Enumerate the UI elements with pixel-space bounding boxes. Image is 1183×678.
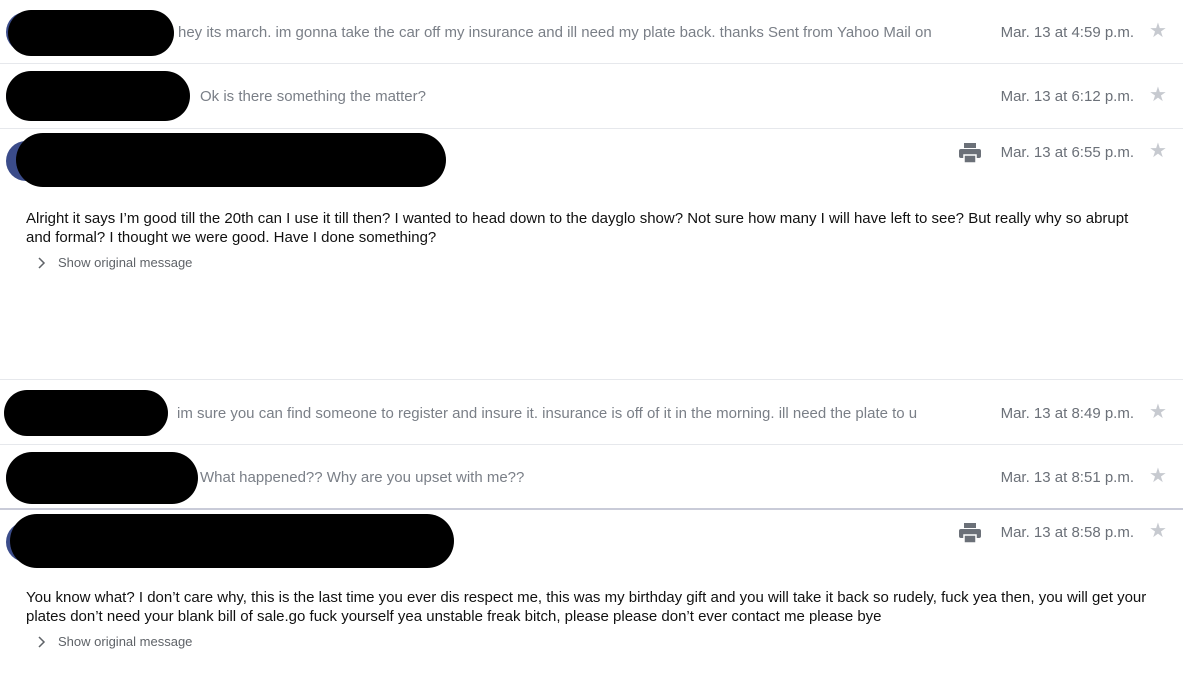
- message-snippet: What happened?? Why are you upset with m…: [200, 469, 525, 486]
- show-original-link[interactable]: Show original message: [38, 634, 192, 649]
- message-date: Mar. 13 at 4:59 p.m.: [1000, 24, 1134, 41]
- star-icon[interactable]: ★: [1149, 141, 1167, 161]
- message-date: Mar. 13 at 6:12 p.m.: [1000, 88, 1134, 105]
- message-row-1[interactable]: hey its march. im gonna take the car off…: [0, 0, 1183, 64]
- message-body: Alright it says I’m good till the 20th c…: [26, 210, 1129, 246]
- printer-icon[interactable]: [959, 143, 981, 163]
- redacted-sender-name: [8, 10, 174, 56]
- message-date: Mar. 13 at 8:49 p.m.: [1000, 405, 1134, 422]
- redacted-sender-name: [6, 71, 190, 121]
- show-original-link[interactable]: Show original message: [38, 255, 192, 270]
- redacted-sender-name: [10, 514, 454, 568]
- message-row-5[interactable]: What happened?? Why are you upset with m…: [0, 446, 1183, 508]
- message-body: You know what? I don’t care why, this is…: [26, 589, 1147, 625]
- star-icon[interactable]: ★: [1149, 521, 1167, 541]
- chevron-right-icon: [38, 256, 46, 269]
- redacted-sender-name: [6, 452, 198, 504]
- message-row-2[interactable]: Ok is there something the matter? Mar. 1…: [0, 65, 1183, 129]
- show-original-label: Show original message: [58, 634, 193, 649]
- show-original-label: Show original message: [58, 255, 193, 270]
- message-snippet: Ok is there something the matter?: [200, 88, 426, 105]
- star-icon[interactable]: ★: [1149, 21, 1167, 41]
- message-date: Mar. 13 at 6:55 p.m.: [1000, 144, 1134, 161]
- chevron-right-icon: [38, 635, 46, 648]
- redacted-sender-name: [4, 390, 168, 436]
- message-snippet: im sure you can find someone to register…: [177, 405, 918, 422]
- star-icon[interactable]: ★: [1149, 85, 1167, 105]
- message-snippet: hey its march. im gonna take the car off…: [178, 24, 932, 41]
- printer-icon[interactable]: [959, 523, 981, 543]
- star-icon[interactable]: ★: [1149, 466, 1167, 486]
- redacted-sender-name: [16, 133, 446, 187]
- message-date: Mar. 13 at 8:51 p.m.: [1000, 469, 1134, 486]
- star-icon[interactable]: ★: [1149, 402, 1167, 422]
- message-expanded-3: Mar. 13 at 6:55 p.m. ★ Alright it says I…: [0, 129, 1183, 380]
- message-row-4[interactable]: im sure you can find someone to register…: [0, 381, 1183, 445]
- message-date: Mar. 13 at 8:58 p.m.: [1000, 524, 1134, 541]
- message-expanded-6: Mar. 13 at 8:58 p.m. ★ You know what? I …: [0, 510, 1183, 678]
